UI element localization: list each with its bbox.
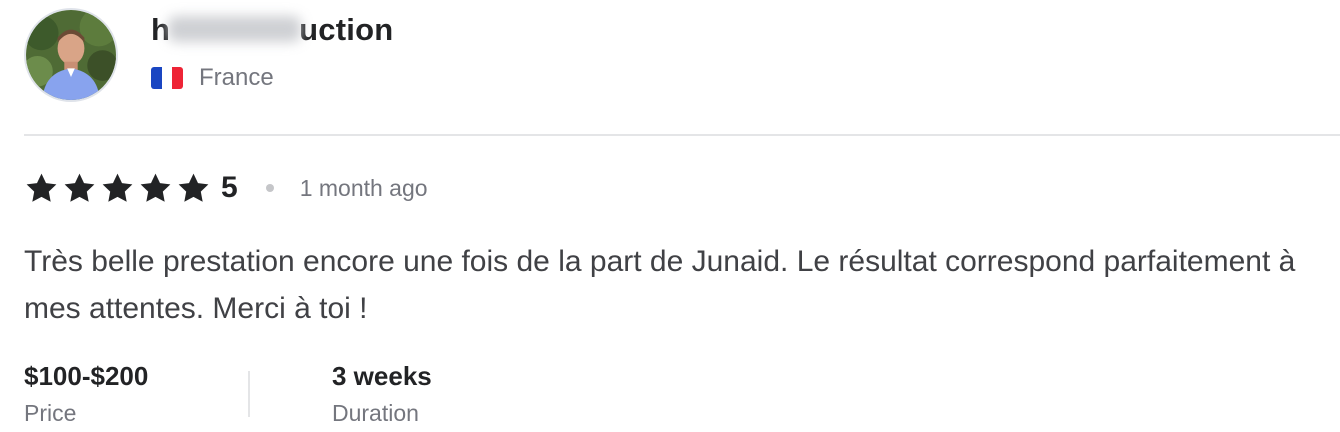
duration-value: 3 weeks xyxy=(332,361,432,391)
username-redacted-middle: orinprod xyxy=(170,10,299,50)
star-icon xyxy=(64,173,95,202)
avatar[interactable] xyxy=(24,8,118,102)
star-rating xyxy=(24,171,211,206)
duration-label: Duration xyxy=(332,400,419,426)
reviewer-username[interactable]: h orinprod uction xyxy=(151,10,393,50)
review-text: Très belle prestation encore une fois de… xyxy=(24,245,1296,325)
section-divider xyxy=(24,134,1340,136)
star-icon xyxy=(178,173,209,202)
meta-divider xyxy=(248,371,250,417)
reviewer-country: France xyxy=(151,64,393,92)
review-header: h orinprod uction France xyxy=(24,8,393,102)
flag-stripe-red xyxy=(172,67,183,89)
price-label: Price xyxy=(24,400,77,426)
avatar-photo xyxy=(26,10,116,100)
star-icon xyxy=(26,173,57,202)
username-visible-end: uction xyxy=(299,12,394,47)
order-meta: $100-$200 Price 3 weeks Duration xyxy=(24,357,432,431)
star-icon xyxy=(102,173,133,202)
rating-score: 5 xyxy=(221,171,238,204)
country-name: France xyxy=(199,64,274,91)
reviewer-info: h orinprod uction France xyxy=(151,10,393,92)
review-time: 1 month ago xyxy=(299,175,428,201)
duration-info: 3 weeks Duration xyxy=(332,357,432,431)
price-info: $100-$200 Price xyxy=(24,357,248,431)
separator-dot xyxy=(265,184,274,192)
star-icon xyxy=(140,173,171,202)
rating-row: 5 1 month ago xyxy=(24,170,428,206)
france-flag-icon xyxy=(151,67,183,89)
flag-stripe-blue xyxy=(151,67,162,89)
flag-stripe-white xyxy=(161,67,173,89)
price-value: $100-$200 xyxy=(24,361,149,391)
